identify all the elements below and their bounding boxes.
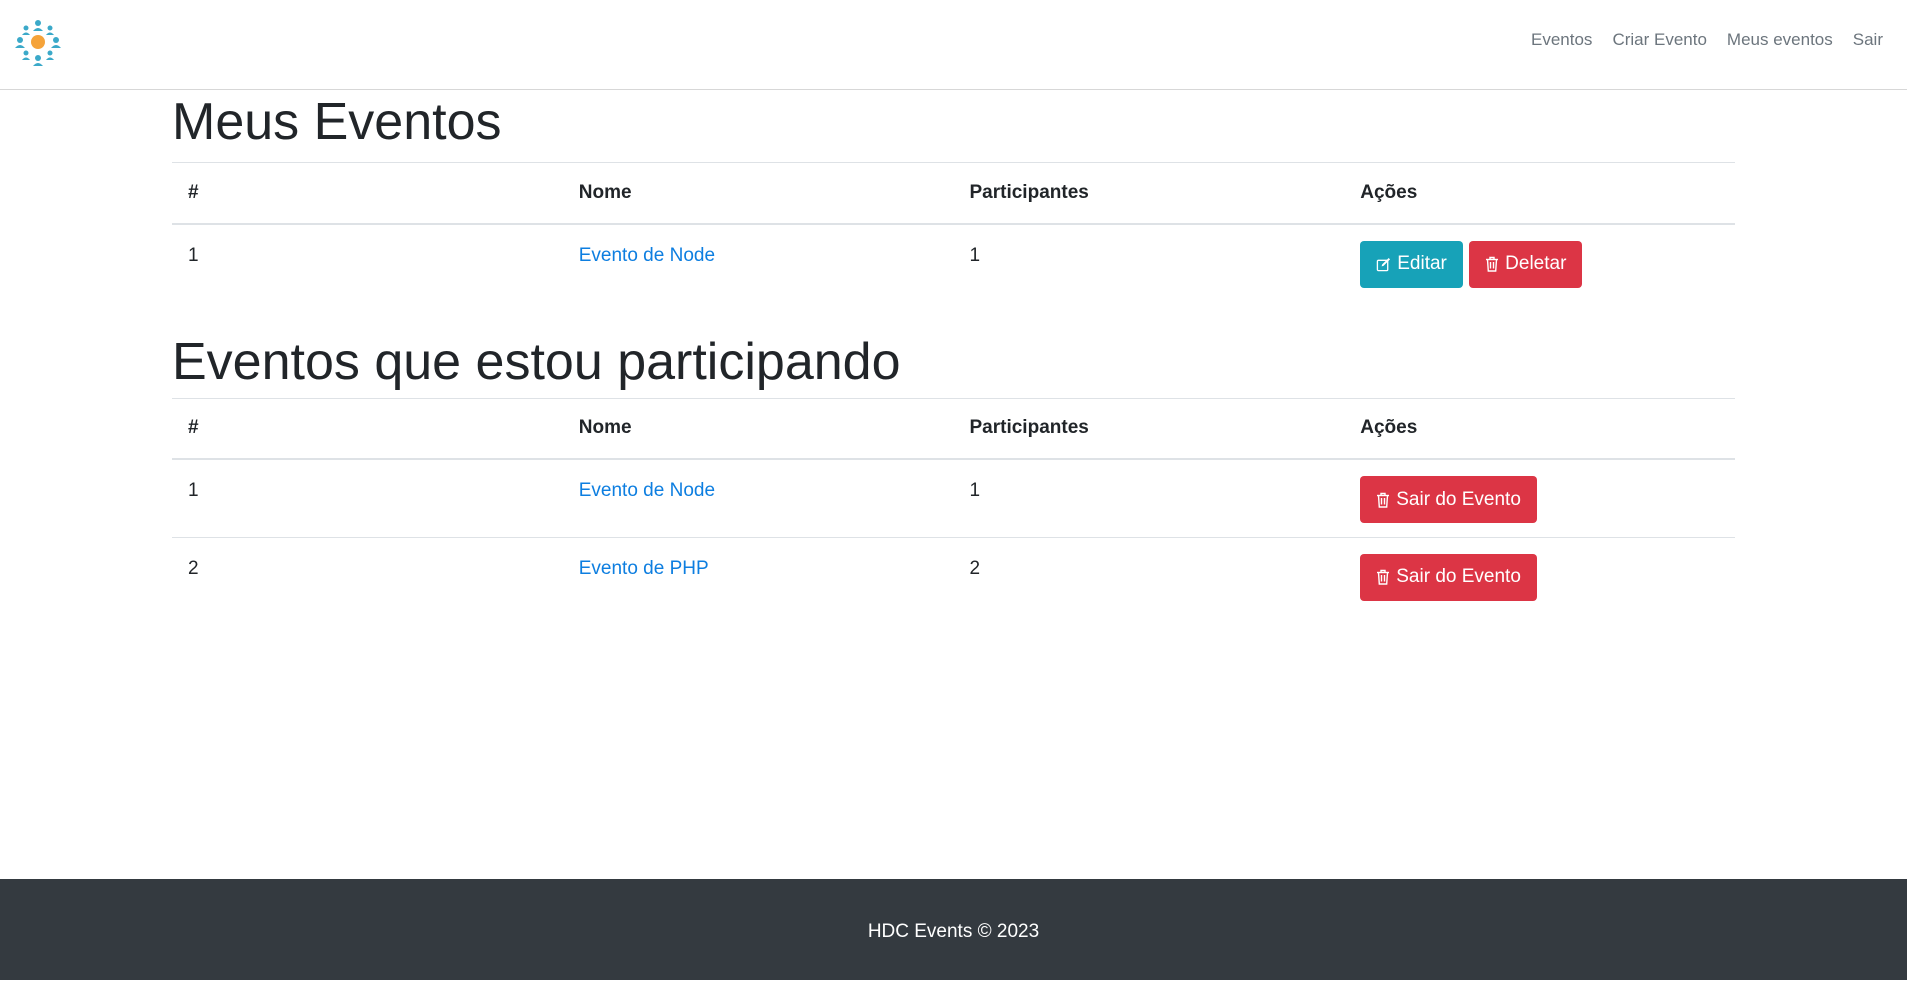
delete-button[interactable]: Deletar: [1469, 240, 1583, 288]
nav-link-eventos[interactable]: Eventos: [1531, 30, 1592, 50]
event-name-link[interactable]: Evento de Node: [579, 245, 715, 266]
event-name-link[interactable]: Evento de PHP: [579, 558, 709, 579]
table-header-row: # Nome Participantes Ações: [172, 398, 1735, 459]
row-number: 2: [188, 557, 199, 579]
nav-links: Eventos Criar Evento Meus eventos Sair: [1531, 30, 1883, 50]
trash-icon: [1376, 569, 1390, 585]
nav-link-meus-eventos[interactable]: Meus eventos: [1727, 30, 1833, 50]
table-row: 2 Evento de PHP 2 Sair do Evento: [172, 537, 1735, 615]
row-number: 1: [188, 244, 199, 266]
row-actions: Sair do Evento: [1344, 537, 1735, 615]
column-header-number: #: [188, 181, 199, 203]
participating-events-table: # Nome Participantes Ações 1 Evento de N…: [172, 398, 1735, 616]
table-header-row: # Nome Participantes Ações: [172, 162, 1735, 224]
row-participants: 1: [969, 480, 981, 501]
table-row: 1 Evento de Node 1 Editar Deletar: [172, 224, 1735, 302]
my-events-table: # Nome Participantes Ações 1 Evento de N…: [172, 162, 1735, 302]
column-header-actions: Ações: [1360, 181, 1418, 203]
column-header-name: Nome: [578, 181, 632, 203]
nav-link-sair[interactable]: Sair: [1853, 30, 1883, 50]
people-network-logo[interactable]: [14, 18, 62, 68]
navbar: Eventos Criar Evento Meus eventos Sair: [0, 0, 1907, 90]
row-participants: 2: [969, 557, 981, 579]
nav-link-criar-evento[interactable]: Criar Evento: [1612, 30, 1706, 50]
trash-icon: [1485, 256, 1499, 272]
event-name-link[interactable]: Evento de Node: [579, 480, 715, 501]
column-header-participants: Participantes: [969, 181, 1089, 203]
column-header-number: #: [188, 417, 199, 439]
footer: HDC Events © 2023: [0, 879, 1907, 980]
column-header-participants: Participantes: [969, 417, 1089, 439]
leave-event-button-label: Sair do Evento: [1396, 566, 1521, 587]
my-events-title: Meus Eventos: [172, 93, 502, 151]
leave-event-button[interactable]: Sair do Evento: [1360, 476, 1537, 523]
participating-events-title: Eventos que estou participando: [172, 332, 901, 391]
edit-button[interactable]: Editar: [1360, 240, 1463, 288]
row-participants: 1: [969, 244, 981, 266]
row-number: 1: [188, 480, 199, 501]
leave-event-button-label: Sair do Evento: [1396, 488, 1521, 510]
table-row: 1 Evento de Node 1 Sair do Evento: [172, 459, 1735, 537]
row-actions: Sair do Evento: [1344, 459, 1735, 537]
edit-button-label: Editar: [1397, 253, 1447, 274]
edit-icon: [1376, 257, 1391, 272]
leave-event-button[interactable]: Sair do Evento: [1360, 553, 1537, 601]
trash-icon: [1376, 492, 1390, 508]
column-header-actions: Ações: [1360, 417, 1418, 439]
delete-button-label: Deletar: [1505, 253, 1567, 274]
footer-text: HDC Events © 2023: [867, 921, 1040, 942]
main-content: Meus Eventos # Nome Participantes Ações …: [172, 90, 1735, 615]
column-header-name: Nome: [578, 417, 632, 439]
row-actions: Editar Deletar: [1344, 224, 1735, 302]
